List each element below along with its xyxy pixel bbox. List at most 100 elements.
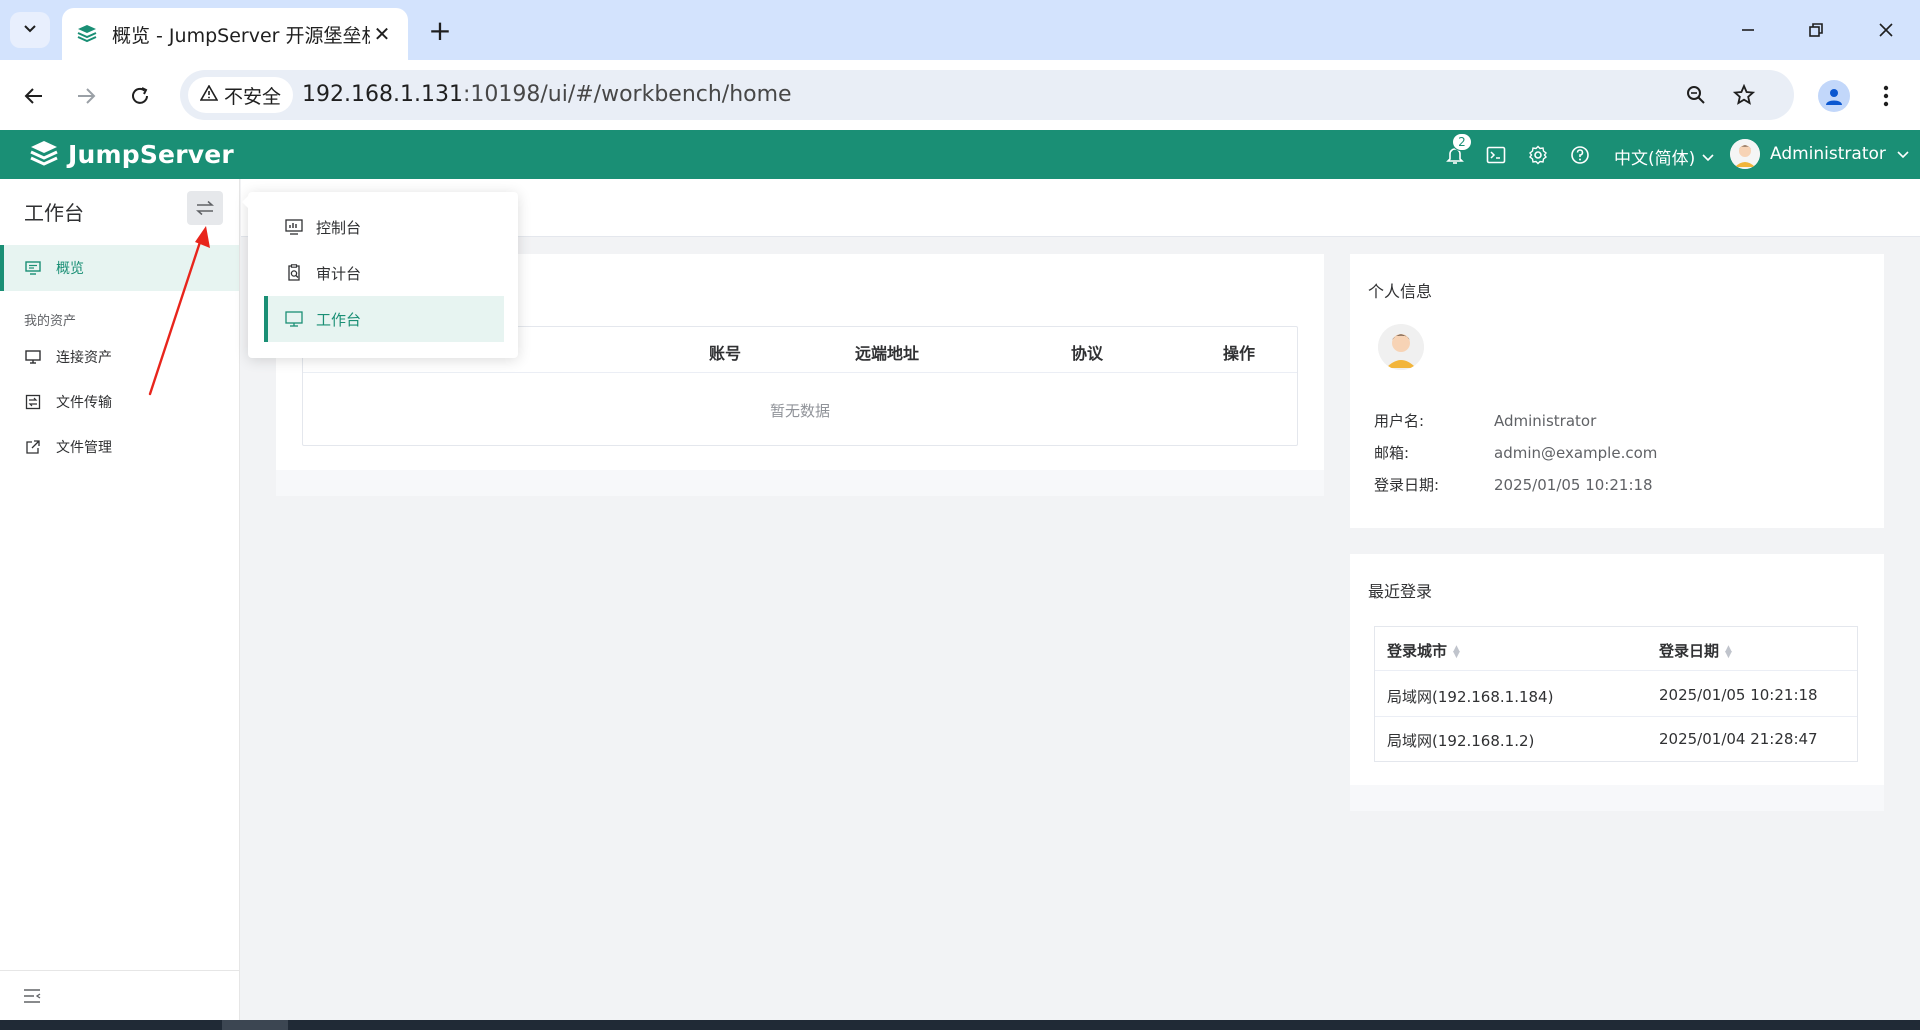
column-label: 登录城市	[1387, 642, 1448, 660]
bookmark-star-icon[interactable]	[1730, 81, 1758, 109]
sidebar-item-label: 概览	[56, 261, 84, 277]
chevron-down-icon	[22, 20, 38, 40]
warning-triangle-icon	[199, 83, 219, 106]
column-actions: 操作	[1223, 344, 1256, 363]
view-item-console[interactable]: 控制台	[264, 204, 504, 250]
view-item-label: 审计台	[316, 264, 362, 283]
taskbar-item[interactable]	[222, 1020, 288, 1030]
popover-arrow	[242, 196, 248, 208]
sidebar-item-label: 文件管理	[56, 440, 112, 456]
notification-badge: 2	[1452, 133, 1472, 151]
new-tab-button[interactable]: +	[422, 12, 458, 48]
table-row: 局域网(192.168.1.184) 2025/01/05 10:21:18	[1375, 673, 1857, 717]
view-switch-button[interactable]	[187, 191, 223, 225]
help-icon[interactable]	[1567, 142, 1593, 168]
user-menu[interactable]: Administrator	[1730, 139, 1910, 169]
swap-arrows-icon	[196, 200, 214, 216]
column-login-date[interactable]: 登录日期 ▲ ▼	[1659, 640, 1732, 661]
column-protocol: 协议	[1071, 344, 1104, 363]
back-button[interactable]	[14, 76, 54, 116]
tab-title: 概览 - JumpServer 开源堡垒机	[112, 24, 370, 47]
address-bar[interactable]: 不安全 192.168.1.131:10198/ui/#/workbench/h…	[180, 70, 1794, 120]
view-item-audit[interactable]: 审计台	[264, 250, 504, 296]
profile-avatar	[1378, 324, 1424, 370]
tab-search-button[interactable]	[10, 12, 50, 48]
security-indicator[interactable]: 不安全	[188, 77, 294, 113]
close-window-button[interactable]	[1866, 12, 1906, 48]
sort-caret-icon[interactable]: ▲ ▼	[1725, 644, 1732, 659]
url-host: 192.168.1.131	[302, 82, 463, 107]
sidebar-item-file-management[interactable]: 文件管理	[0, 424, 239, 470]
app-header: JumpServer 2 中文(简体) Administrator	[0, 130, 1920, 179]
username-value: Administrator	[1494, 412, 1597, 430]
sidebar-item-label: 文件传输	[56, 395, 112, 411]
column-label: 登录日期	[1659, 642, 1720, 660]
logo-layers-icon	[30, 141, 58, 166]
login-date-cell: 2025/01/04 21:28:47	[1659, 730, 1818, 748]
dashboard-chart-icon	[284, 217, 304, 237]
column-login-city[interactable]: 登录城市 ▲ ▼	[1387, 640, 1460, 661]
browser-tab-bar: 概览 - JumpServer 开源堡垒机 ✕ +	[0, 0, 1920, 60]
annotation-arrow	[148, 226, 210, 396]
security-label: 不安全	[224, 85, 282, 108]
jumpserver-favicon-icon	[76, 23, 98, 45]
login-date-label: 登录日期:	[1374, 476, 1440, 494]
recent-login-table: 登录城市 ▲ ▼ 登录日期 ▲ ▼ 局域网(192.168.1.184) 2025/01…	[1374, 626, 1858, 762]
profile-card: 个人信息 用户名: Administrator 邮箱: admin@example.…	[1350, 254, 1884, 528]
view-item-label: 控制台	[316, 218, 362, 237]
file-transfer-icon	[24, 393, 42, 411]
email-label: 邮箱:	[1374, 444, 1410, 462]
chevron-down-icon	[1702, 153, 1714, 161]
email-value: admin@example.com	[1494, 444, 1658, 462]
os-taskbar	[0, 1020, 1920, 1030]
person-icon	[1818, 80, 1850, 112]
login-date-value: 2025/01/05 10:21:18	[1494, 476, 1653, 494]
language-label: 中文(简体)	[1614, 149, 1696, 169]
view-item-label: 工作台	[316, 310, 362, 329]
language-selector[interactable]: 中文(简体)	[1614, 144, 1715, 169]
logo-text: JumpServer	[68, 139, 234, 169]
desktop-icon	[24, 348, 42, 366]
collapse-menu-icon[interactable]	[22, 987, 42, 1005]
external-link-icon	[24, 438, 42, 456]
card-footer-strip	[276, 470, 1324, 496]
table-header-row: 登录城市 ▲ ▼ 登录日期 ▲ ▼	[1375, 627, 1857, 671]
terminal-icon[interactable]	[1483, 142, 1509, 168]
view-item-workbench[interactable]: 工作台	[264, 296, 504, 342]
column-remote-address: 远端地址	[855, 344, 920, 363]
username-label: 用户名:	[1374, 412, 1425, 430]
sidebar-item-label: 连接资产	[56, 350, 112, 366]
tab-close-icon[interactable]: ✕	[370, 22, 394, 46]
login-city-cell: 局域网(192.168.1.184)	[1387, 688, 1554, 706]
browser-profile-button[interactable]	[1814, 76, 1854, 116]
profile-login-date-row: 登录日期: 2025/01/05 10:21:18	[1374, 474, 1653, 495]
profile-email-row: 邮箱: admin@example.com	[1374, 442, 1657, 463]
profile-card-title: 个人信息	[1368, 282, 1433, 301]
menu-group-my-assets: 我的资产	[24, 314, 77, 329]
header-username: Administrator	[1770, 144, 1886, 164]
browser-tab-active[interactable]: 概览 - JumpServer 开源堡垒机 ✕	[62, 8, 408, 60]
table-row: 局域网(192.168.1.2) 2025/01/04 21:28:47	[1375, 717, 1857, 761]
forward-button[interactable]	[66, 76, 106, 116]
restore-button[interactable]	[1796, 12, 1836, 48]
sort-caret-icon[interactable]: ▲ ▼	[1453, 644, 1460, 659]
recent-login-title: 最近登录	[1368, 582, 1433, 601]
column-account: 账号	[709, 344, 742, 363]
browser-menu-button[interactable]	[1868, 76, 1904, 116]
jumpserver-logo[interactable]: JumpServer	[28, 138, 234, 170]
user-avatar	[1730, 139, 1760, 169]
reload-button[interactable]	[120, 76, 160, 116]
view-switcher-popover: 控制台 审计台 工作台	[242, 192, 518, 358]
url-text[interactable]: 192.168.1.131:10198/ui/#/workbench/home	[302, 82, 792, 107]
sidebar-footer	[0, 970, 239, 1020]
zoom-icon[interactable]	[1682, 81, 1710, 109]
gear-icon[interactable]	[1525, 142, 1551, 168]
login-city-cell: 局域网(192.168.1.2)	[1387, 732, 1535, 750]
monitor-icon	[24, 259, 42, 277]
empty-data-text: 暂无数据	[769, 402, 830, 420]
browser-toolbar: 不安全 192.168.1.131:10198/ui/#/workbench/h…	[0, 60, 1920, 130]
chevron-down-icon	[1897, 151, 1909, 159]
sidebar-title: 工作台	[24, 201, 84, 225]
minimize-button[interactable]	[1728, 12, 1768, 48]
profile-username-row: 用户名: Administrator	[1374, 410, 1596, 431]
